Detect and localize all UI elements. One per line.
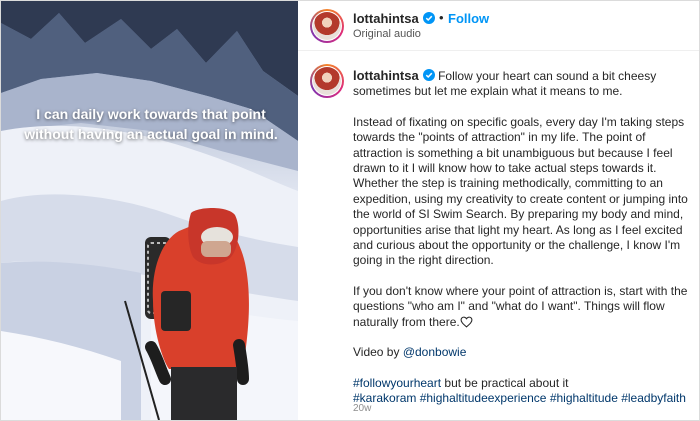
mountain-scene-image [1, 1, 298, 420]
username-label[interactable]: lottahintsa [353, 11, 419, 26]
caption-username[interactable]: lottahintsa [353, 68, 419, 83]
hashtag-followyourheart[interactable]: #followyourheart [353, 376, 441, 390]
hashtag-highaltitudeexperience[interactable]: #highaltitudeexperience [420, 391, 547, 405]
verified-badge-icon [422, 12, 435, 24]
post-media[interactable]: I can daily work towards that point with… [1, 1, 298, 420]
caption-paragraph-2: If you don't know where your point of at… [353, 284, 691, 330]
hashtag-highaltitude[interactable]: #highaltitude [550, 391, 618, 405]
header-username[interactable]: lottahintsa [353, 11, 435, 26]
post-side-panel: lottahintsa • Follow Original audio lott… [298, 1, 699, 420]
media-caption-overlay: I can daily work towards that point with… [24, 106, 278, 142]
caption-paragraph-2-text: If you don't know where your point of at… [353, 283, 688, 329]
hashtag-note: but be practical about it [444, 375, 569, 390]
caption-video-credit: Video by @donbowie [353, 345, 691, 360]
post-caption-area: lottahintsa Follow your heart can sound … [298, 52, 699, 420]
hashtag-leadbyfaith[interactable]: #leadbyfaith [621, 391, 686, 405]
caption-paragraph-1: Instead of fixating on specific goals, e… [353, 114, 688, 268]
video-by-label: Video by [353, 345, 400, 360]
caption-avatar[interactable] [310, 64, 344, 98]
follow-button[interactable]: Follow [448, 11, 489, 26]
video-author-link[interactable]: @donbowie [403, 345, 467, 359]
caption-hashtags: #followyourheart but be practical about … [353, 376, 691, 407]
avatar[interactable] [310, 9, 344, 43]
verified-badge-icon [422, 69, 435, 81]
post-caption: lottahintsa Follow your heart can sound … [353, 68, 691, 406]
post-header: lottahintsa • Follow Original audio [298, 1, 699, 51]
separator-dot: • [439, 10, 444, 25]
original-audio-link[interactable]: Original audio [353, 28, 421, 40]
post-timestamp[interactable]: 20w [353, 403, 371, 414]
caption-intro: lottahintsa Follow your heart can sound … [353, 68, 691, 100]
heart-icon [460, 316, 473, 328]
